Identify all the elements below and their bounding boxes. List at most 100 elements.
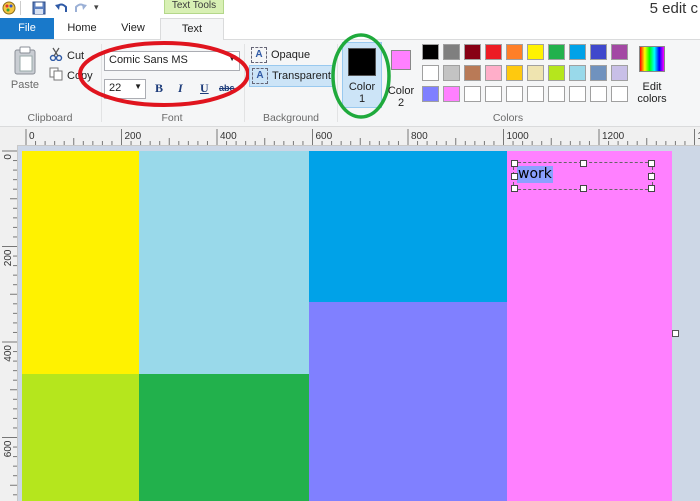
palette-swatch[interactable] [548, 65, 565, 81]
redo-icon[interactable] [74, 1, 88, 15]
light-blue-block [139, 151, 309, 374]
resize-handle[interactable] [580, 160, 587, 167]
palette-swatch[interactable] [464, 86, 481, 102]
ruler-label: 800 [411, 131, 428, 142]
tab-text[interactable]: Text [160, 18, 224, 41]
ruler-label: 0 [3, 154, 14, 160]
red-highlight-ellipse [78, 41, 250, 107]
palette-swatch[interactable] [527, 86, 544, 102]
palette-swatch[interactable] [527, 65, 544, 81]
text-box[interactable]: work [511, 160, 655, 192]
drawing-canvas[interactable]: work [22, 151, 672, 501]
paint-app-icon[interactable] [2, 1, 16, 15]
undo-icon[interactable] [54, 1, 68, 15]
palette-swatch[interactable] [548, 44, 565, 60]
save-icon[interactable] [32, 1, 46, 15]
palette-swatch[interactable] [569, 44, 586, 60]
color2-label-line1: Color [387, 85, 415, 97]
resize-handle[interactable] [511, 160, 518, 167]
resize-handle[interactable] [580, 185, 587, 192]
transparent-icon: A [252, 68, 268, 84]
palette-swatch[interactable] [443, 86, 460, 102]
text-tools-context-label: Text Tools [164, 0, 224, 14]
font-group-label: Font [161, 112, 183, 124]
palette-swatch[interactable] [443, 65, 460, 81]
edit-colors-line1: Edit [642, 81, 662, 93]
color-spectrum-icon [639, 46, 665, 72]
color-palette [422, 44, 632, 106]
ruler-label: 400 [3, 345, 14, 362]
ruler-label: 400 [220, 131, 237, 142]
background-group-label: Background [262, 112, 320, 124]
palette-swatch[interactable] [506, 86, 523, 102]
paste-icon [12, 46, 38, 79]
text-box-content[interactable]: work [517, 166, 553, 183]
resize-handle[interactable] [511, 173, 518, 180]
transparent-button[interactable]: A Transparent [249, 65, 333, 87]
edit-colors-button[interactable]: Edit colors [634, 46, 670, 106]
window-title: 5 edit c [649, 0, 698, 17]
palette-swatch[interactable] [611, 44, 628, 60]
palette-swatch[interactable] [422, 44, 439, 60]
ruler-ticks: 02004006008001000120014 [25, 129, 700, 145]
ribbon: Paste Cut Copy Clipboard Comic Sans MS ▼… [0, 33, 700, 127]
ruler-ticks: 0 200 400 600 [2, 150, 17, 496]
ruler-label: 1200 [602, 131, 625, 142]
resize-handle[interactable] [511, 185, 518, 192]
canvas-resize-handle[interactable] [672, 330, 679, 337]
palette-swatch[interactable] [527, 44, 544, 60]
pink-block [507, 151, 672, 501]
periwinkle-block [309, 302, 507, 501]
ruler-label: 600 [316, 131, 333, 142]
clipboard-group-label: Clipboard [27, 112, 73, 124]
tab-file[interactable]: File [0, 18, 54, 39]
palette-swatch[interactable] [506, 44, 523, 60]
resize-handle[interactable] [648, 173, 655, 180]
edit-colors-line2: colors [637, 93, 667, 105]
color2-label-line2: 2 [397, 97, 405, 109]
lime-block [22, 374, 139, 501]
ruler-label: 200 [3, 249, 14, 266]
resize-handle[interactable] [648, 160, 655, 167]
ruler-label: 0 [29, 131, 35, 142]
palette-swatch[interactable] [464, 65, 481, 81]
color2-button[interactable]: Color 2 [386, 48, 416, 109]
palette-swatch[interactable] [422, 86, 439, 102]
palette-swatch[interactable] [548, 86, 565, 102]
colors-group-label: Colors [492, 112, 524, 124]
palette-swatch[interactable] [590, 86, 607, 102]
palette-swatch[interactable] [506, 65, 523, 81]
color2-swatch [391, 50, 411, 70]
opaque-label: Opaque [271, 49, 311, 61]
tab-view[interactable]: View [110, 18, 156, 39]
paste-button[interactable]: Paste [8, 46, 42, 102]
opaque-button[interactable]: A Opaque [251, 47, 310, 63]
green-highlight-ellipse [331, 33, 391, 119]
copy-icon [49, 67, 63, 84]
palette-swatch[interactable] [590, 44, 607, 60]
paste-label: Paste [10, 79, 40, 91]
tab-home[interactable]: Home [56, 18, 108, 39]
palette-swatch[interactable] [443, 44, 460, 60]
palette-swatch[interactable] [485, 65, 502, 81]
palette-swatch[interactable] [611, 65, 628, 81]
horizontal-ruler: 02004006008001000120014 [0, 127, 700, 146]
palette-swatch[interactable] [485, 86, 502, 102]
palette-swatch[interactable] [590, 65, 607, 81]
scissors-icon [49, 47, 63, 64]
palette-swatch[interactable] [569, 86, 586, 102]
title-bar: ▾ Text Tools 5 edit c [0, 0, 700, 18]
palette-swatch[interactable] [485, 44, 502, 60]
resize-handle[interactable] [648, 185, 655, 192]
blue-block [309, 151, 507, 302]
opaque-icon: A [251, 47, 267, 63]
palette-swatch[interactable] [569, 65, 586, 81]
customize-quick-access-icon[interactable]: ▾ [94, 2, 99, 13]
green-block [139, 374, 309, 501]
ruler-label: 200 [125, 131, 142, 142]
ruler-label: 1000 [507, 131, 530, 142]
palette-swatch[interactable] [422, 65, 439, 81]
palette-swatch[interactable] [611, 86, 628, 102]
palette-swatch[interactable] [464, 44, 481, 60]
transparent-label: Transparent [272, 70, 331, 82]
